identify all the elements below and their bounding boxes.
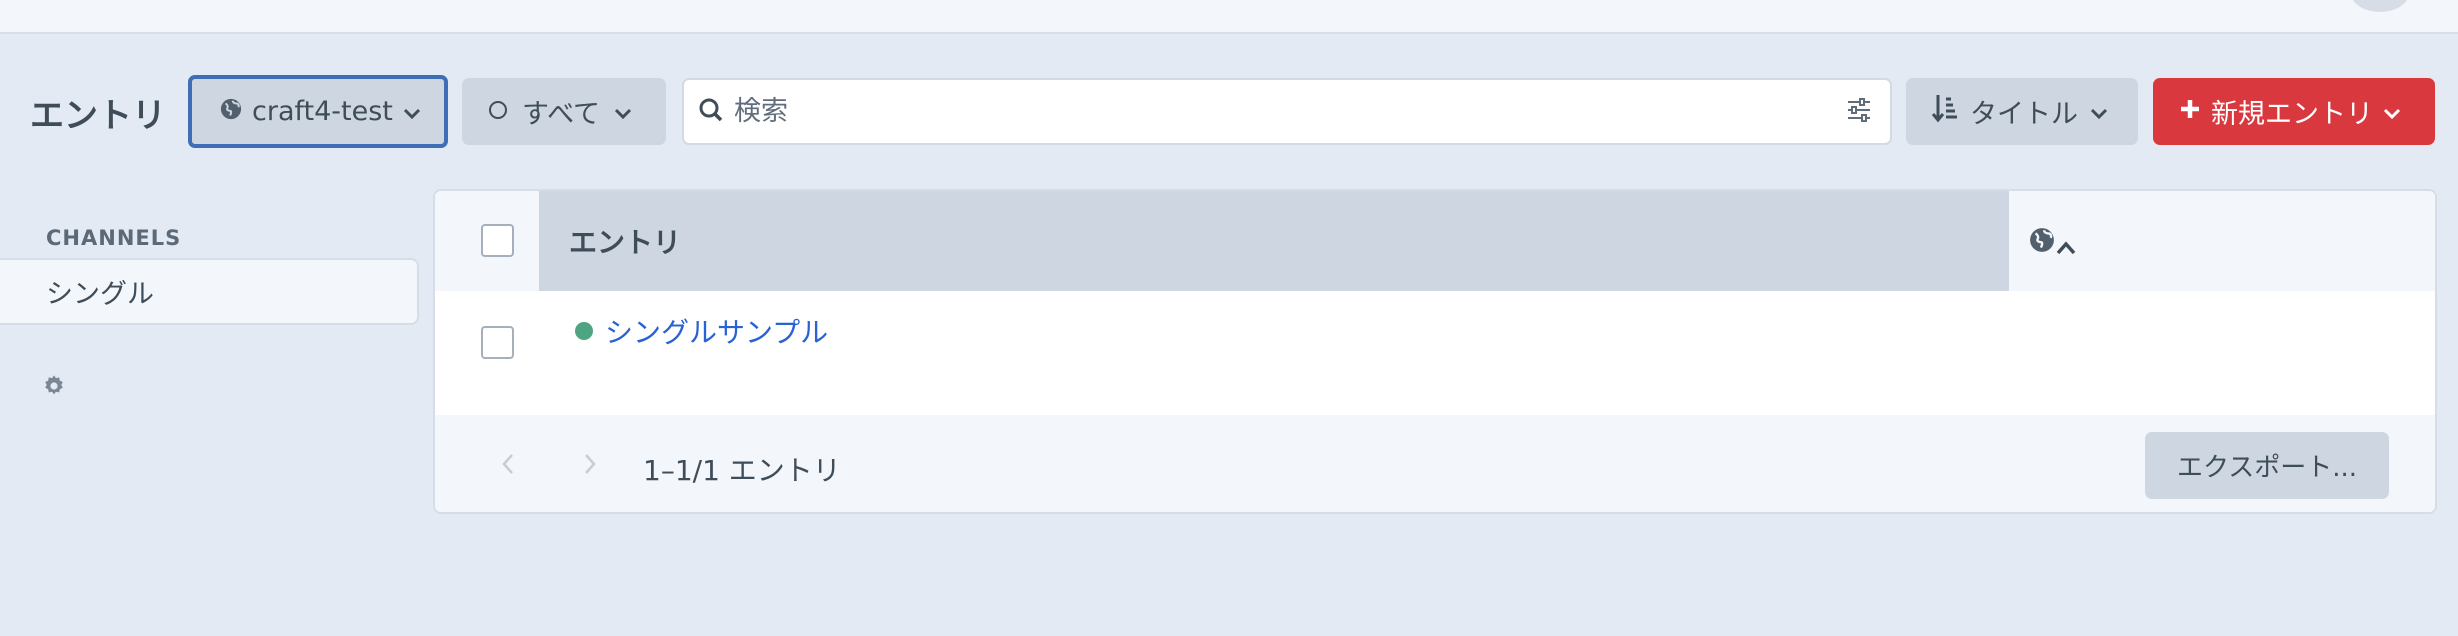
chevron-left-icon[interactable] — [501, 453, 515, 479]
column-header-title[interactable]: エントリ — [539, 191, 2076, 291]
select-all-checkbox[interactable] — [481, 224, 514, 257]
chevron-down-icon — [614, 96, 632, 127]
plus-icon — [2179, 96, 2201, 127]
search-box — [682, 78, 1892, 145]
search-input[interactable] — [734, 96, 1836, 127]
page-title: エントリ — [30, 96, 166, 136]
chevron-down-icon — [403, 96, 421, 127]
globe-icon — [2029, 227, 2055, 257]
search-icon — [698, 97, 724, 127]
export-button[interactable]: エクスポート... — [2145, 432, 2389, 499]
chevron-down-icon — [2383, 96, 2401, 127]
globe-icon — [220, 96, 242, 127]
sort-menu-label: タイトル — [1970, 99, 2078, 130]
status-live-indicator — [575, 322, 593, 340]
entry-title: シングルサンプル — [605, 316, 829, 349]
sidebar-item-label: シングル — [46, 279, 154, 310]
new-entry-button[interactable]: 新規エントリ — [2153, 78, 2435, 145]
chevron-up-icon — [2056, 229, 2076, 262]
entry-link[interactable]: シングルサンプル — [575, 311, 828, 351]
top-bar — [0, 0, 2458, 34]
status-menu-label: すべて — [522, 99, 601, 130]
export-label: エクスポート... — [2176, 453, 2357, 483]
site-menu-button[interactable]: craft4-test — [188, 75, 448, 148]
column-header-label: エントリ — [569, 226, 682, 259]
table-footer: 1–1/1 エントリ エクスポート... — [435, 415, 2435, 512]
circle-icon — [488, 96, 508, 127]
avatar[interactable] — [2350, 0, 2410, 12]
sort-menu-button[interactable]: タイトル — [1906, 78, 2138, 145]
table-row: シングルサンプル — [435, 291, 2435, 415]
sort-icon — [1931, 93, 1958, 130]
row-checkbox[interactable] — [481, 326, 514, 359]
entries-panel: エントリ シングルサンプル 1–1/1 エントリ エクスポート... — [433, 189, 2437, 514]
status-menu-button[interactable]: すべて — [462, 78, 666, 145]
new-entry-label: 新規エントリ — [2211, 99, 2373, 130]
chevron-right-icon[interactable] — [583, 453, 597, 479]
table-header: エントリ — [435, 191, 2435, 291]
result-count: 1–1/1 エントリ — [643, 454, 841, 487]
sliders-icon[interactable] — [1846, 97, 1872, 126]
chevron-down-icon — [2090, 96, 2108, 127]
site-menu-label: craft4-test — [252, 96, 393, 127]
gear-icon[interactable] — [42, 374, 66, 402]
sidebar-item-single[interactable]: シングル — [0, 258, 419, 325]
sidebar-heading: CHANNELS — [46, 226, 182, 250]
